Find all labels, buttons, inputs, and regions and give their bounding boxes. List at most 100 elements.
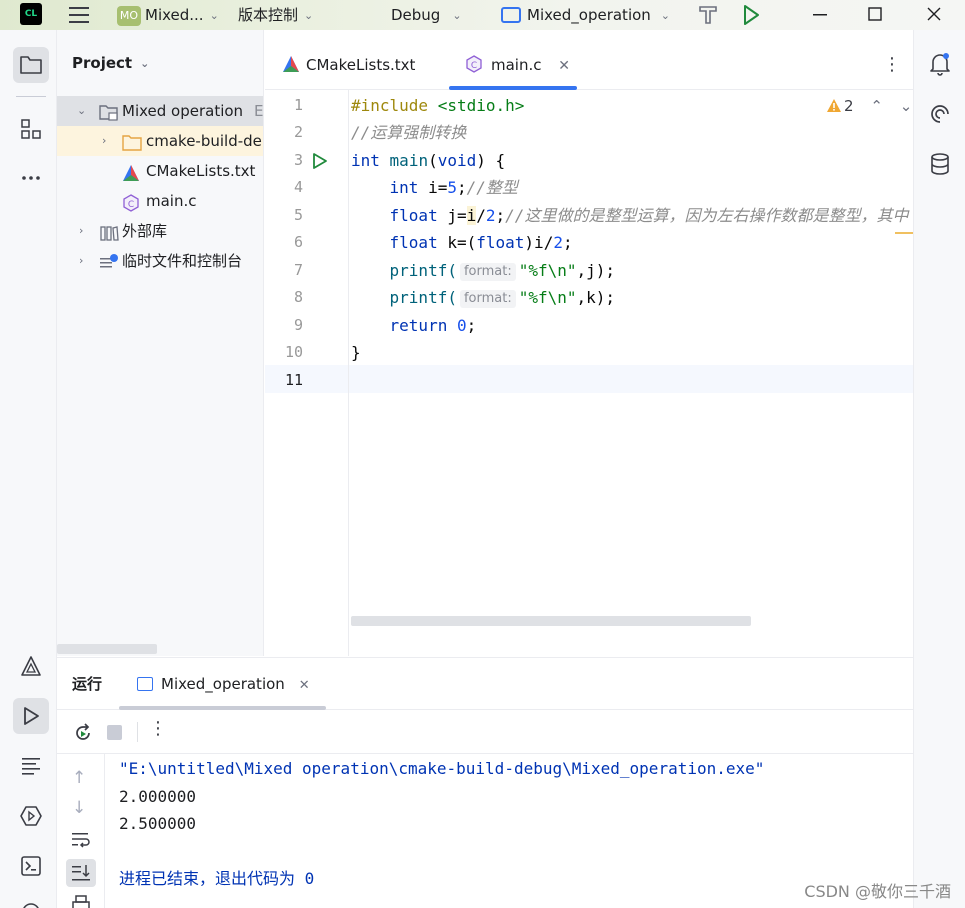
more-tools-button[interactable] bbox=[13, 160, 49, 196]
arrow-down-icon[interactable]: ↓ bbox=[72, 798, 86, 818]
project-panel: Project ⌄ ⌄ Mixed operation E › cmake-bui… bbox=[57, 30, 264, 656]
tree-item-label: CMakeLists.txt bbox=[146, 162, 256, 180]
code-line[interactable]: //运算强制转换 bbox=[351, 119, 466, 146]
line-number: 9 bbox=[293, 316, 303, 334]
code-line[interactable]: return 0; bbox=[351, 312, 477, 339]
notifications-button[interactable] bbox=[928, 51, 952, 81]
run-icon bbox=[744, 5, 759, 25]
arrow-up-icon[interactable]: ↑ bbox=[72, 768, 86, 788]
tree-item-path-hint: E bbox=[254, 102, 264, 120]
maximize-button[interactable] bbox=[865, 0, 885, 30]
tab-label: CMakeLists.txt bbox=[306, 56, 416, 74]
close-icon bbox=[927, 7, 941, 21]
left-tool-window-bar bbox=[0, 30, 57, 908]
close-tab-icon[interactable]: ✕ bbox=[299, 678, 310, 693]
parameter-hint: format: bbox=[459, 290, 516, 308]
chevron-right-icon: › bbox=[79, 224, 84, 237]
console-command-line: "E:\untitled\Mixed operation\cmake-build… bbox=[119, 759, 765, 778]
services-icon bbox=[20, 806, 42, 826]
rerun-button[interactable] bbox=[72, 722, 94, 748]
run-config-icon bbox=[501, 6, 521, 23]
project-tool-button[interactable] bbox=[13, 47, 49, 83]
tree-item-cmakelists[interactable]: CMakeLists.txt bbox=[57, 156, 263, 186]
project-badge: MO bbox=[117, 5, 141, 26]
chevron-down-icon[interactable]: ⌄ bbox=[900, 97, 913, 115]
line-number: 2 bbox=[293, 123, 303, 141]
tree-item-external-libraries[interactable]: › 外部库 bbox=[57, 216, 263, 246]
svg-text:C: C bbox=[128, 200, 134, 210]
tree-item-scratches[interactable]: › 临时文件和控制台 bbox=[57, 246, 263, 276]
code-line[interactable]: } bbox=[351, 339, 361, 366]
scroll-to-end-icon bbox=[72, 865, 90, 881]
warning-stripe-marker[interactable] bbox=[895, 232, 913, 234]
run-config-selector[interactable]: Mixed_operation ⌄ bbox=[501, 0, 670, 30]
code-line[interactable]: printf(format: "%f\n",k); bbox=[351, 284, 615, 311]
tree-item-cmake-build-folder[interactable]: › cmake-build-del bbox=[57, 126, 264, 156]
tab-cmakelists[interactable]: CMakeLists.txt bbox=[282, 40, 415, 90]
run-toolbar: ⋮ bbox=[57, 710, 913, 754]
print-button[interactable] bbox=[71, 895, 91, 908]
database-button[interactable] bbox=[928, 152, 952, 180]
tab-main-c[interactable]: Cmain.c ✕ bbox=[465, 40, 570, 90]
tree-item-label: cmake-build-del bbox=[146, 132, 264, 150]
clion-logo-icon[interactable]: CL bbox=[20, 3, 42, 25]
warning-count: 2 bbox=[844, 97, 854, 115]
run-tab[interactable]: Mixed_operation ✕ bbox=[137, 658, 310, 710]
build-button[interactable] bbox=[697, 0, 719, 30]
scroll-to-end-button[interactable] bbox=[66, 859, 96, 887]
code-editor: CMakeLists.txt Cmain.c ✕ ⋮ 1 2 3 4 5 6 7… bbox=[265, 30, 913, 656]
run-gutter-icon[interactable] bbox=[311, 152, 329, 174]
more-vertical-icon[interactable]: ⋮ bbox=[149, 718, 167, 739]
inspection-widget[interactable]: 2 ⌃ ⌄ bbox=[826, 96, 912, 116]
project-switcher[interactable]: MO Mixed... ⌄ bbox=[117, 0, 219, 30]
terminal-tool-button[interactable] bbox=[13, 848, 49, 884]
soft-wrap-button[interactable] bbox=[70, 830, 92, 854]
code-line[interactable]: float k=(float)i/2; bbox=[351, 229, 573, 256]
more-horizontal-icon bbox=[22, 176, 40, 180]
problems-tool-button[interactable] bbox=[13, 892, 49, 908]
run-button[interactable] bbox=[741, 0, 761, 30]
build-config-label: Debug bbox=[391, 6, 441, 24]
scratches-icon bbox=[99, 252, 119, 282]
minimize-icon bbox=[813, 14, 827, 16]
code-line[interactable]: float j=i/2;//这里做的是整型运算，因为左右操作数都是整型，其中 bbox=[351, 202, 908, 229]
stop-icon[interactable] bbox=[107, 725, 122, 740]
ai-assistant-button[interactable] bbox=[928, 102, 952, 130]
chevron-down-icon: ⌄ bbox=[140, 57, 150, 70]
main-menu-button[interactable] bbox=[68, 0, 90, 30]
structure-tool-button[interactable] bbox=[13, 111, 49, 147]
active-tab-indicator bbox=[449, 86, 577, 90]
run-side-toolbar: ↑ ↓ bbox=[57, 754, 105, 908]
parameter-hint: format: bbox=[459, 263, 516, 281]
code-line[interactable]: int i=5;//整型 bbox=[351, 174, 518, 201]
tree-item-project-root[interactable]: ⌄ Mixed operation E bbox=[57, 96, 264, 126]
more-vertical-icon[interactable]: ⋮ bbox=[883, 40, 901, 90]
database-icon bbox=[931, 153, 949, 175]
code-line[interactable]: #include <stdio.h> bbox=[351, 92, 524, 119]
project-scrollbar[interactable] bbox=[57, 644, 157, 654]
chevron-up-icon[interactable]: ⌃ bbox=[870, 97, 883, 115]
run-tool-button[interactable] bbox=[13, 698, 49, 734]
terminal-icon bbox=[21, 856, 41, 876]
services-tool-button[interactable] bbox=[13, 798, 49, 834]
minimize-button[interactable] bbox=[810, 0, 830, 30]
cmake-tool-button[interactable] bbox=[13, 648, 49, 684]
project-panel-header[interactable]: Project ⌄ bbox=[72, 54, 149, 72]
tree-item-label: Mixed operation bbox=[122, 102, 244, 120]
close-tab-icon[interactable]: ✕ bbox=[558, 58, 570, 74]
line-number: 7 bbox=[293, 261, 303, 279]
line-number: 8 bbox=[293, 288, 303, 306]
vcs-menu[interactable]: 版本控制 ⌄ bbox=[238, 0, 313, 30]
run-panel-title: 运行 bbox=[72, 675, 103, 693]
title-bar: CL MO Mixed... ⌄ 版本控制 ⌄ Debug ⌄ Mixed_operat… bbox=[0, 0, 965, 30]
code-line[interactable]: printf(format: "%f\n",j); bbox=[351, 257, 615, 284]
messages-tool-button[interactable] bbox=[13, 748, 49, 784]
run-tab-label: Mixed_operation bbox=[161, 675, 285, 693]
close-window-button[interactable] bbox=[924, 0, 944, 30]
build-config-selector[interactable]: Debug ⌄ bbox=[391, 0, 462, 30]
chevron-down-icon: ⌄ bbox=[304, 8, 314, 22]
code-line[interactable]: int main(void) { bbox=[351, 147, 505, 174]
editor-horizontal-scrollbar[interactable] bbox=[351, 616, 751, 626]
cmake-file-icon bbox=[283, 56, 299, 72]
tree-item-main-c[interactable]: C main.c bbox=[57, 186, 263, 216]
